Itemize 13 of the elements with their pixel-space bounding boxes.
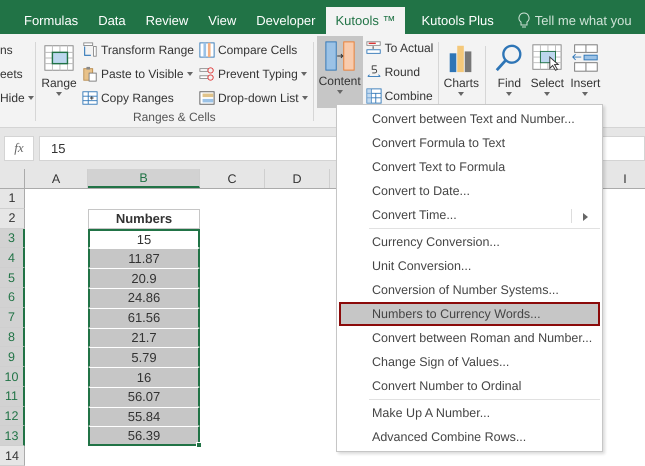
- table-cell: 56.07: [88, 386, 200, 407]
- table-cell: 24.86: [88, 288, 200, 308]
- table-cell: 16: [88, 367, 200, 387]
- table-cell: 11.87: [88, 248, 200, 268]
- table-cell: 15: [88, 228, 200, 248]
- table-cell: 20.9: [88, 268, 200, 288]
- column-title-cell: Numbers: [88, 208, 200, 229]
- table-cell: 55.84: [88, 406, 200, 426]
- table-cell: 61.56: [88, 308, 200, 328]
- table-cell: 5.79: [88, 347, 200, 368]
- group-label: Ranges & Cells: [132, 110, 217, 126]
- table-cell: 21.7: [88, 328, 200, 348]
- table-cell: 56.39: [88, 426, 200, 446]
